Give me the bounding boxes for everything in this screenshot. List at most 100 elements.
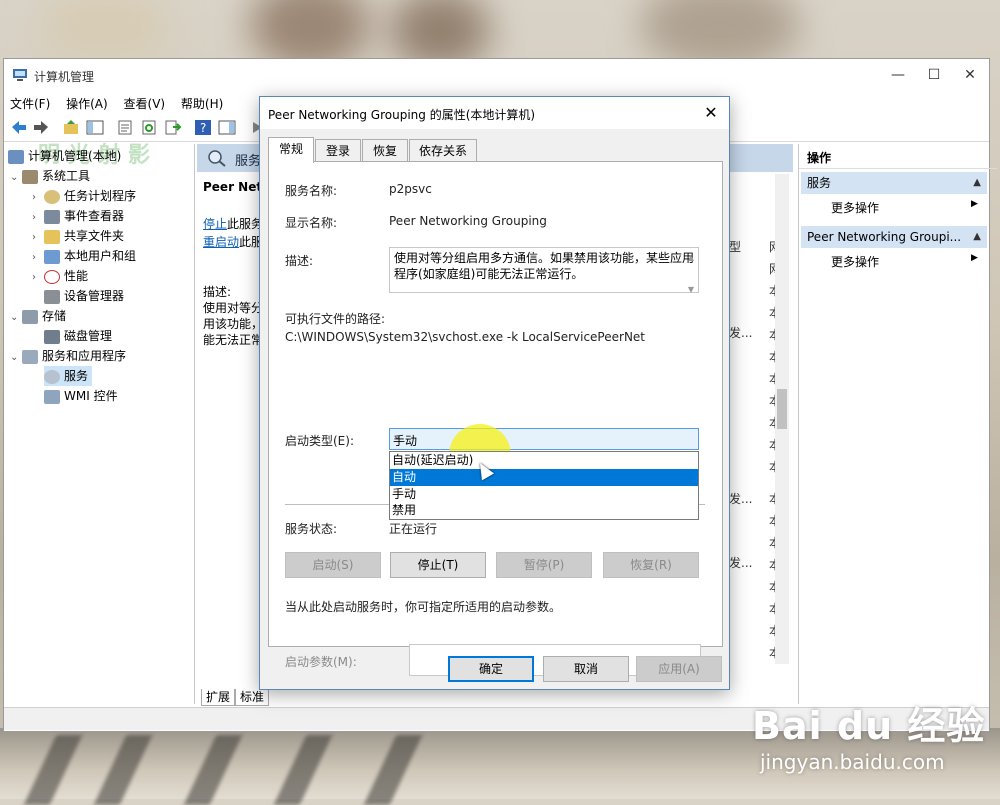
actions-pane: 操作 服务 ▲ 更多操作 ▶ Peer Networking Groupi... ▲ … <box>798 144 997 704</box>
description-line: 用该功能， <box>203 317 264 331</box>
chevron-right-icon[interactable]: › <box>32 228 44 248</box>
resume-button[interactable]: 恢复(R) <box>603 552 699 578</box>
tree-item-wmi[interactable]: WMI 控件 <box>44 386 118 406</box>
display-name-value: Peer Networking Grouping <box>389 214 547 228</box>
apply-button[interactable]: 应用(A) <box>636 656 722 682</box>
more-actions-item[interactable]: 更多操作 ▶ <box>831 199 978 216</box>
chevron-right-icon[interactable]: › <box>32 208 44 228</box>
general-tab-page: 服务名称: p2psvc 显示名称: Peer Networking Group… <box>268 161 723 676</box>
event-viewer-icon <box>44 209 60 224</box>
ok-button[interactable]: 确定 <box>448 656 534 682</box>
start-button[interactable]: 启动(S) <box>285 552 381 578</box>
tree-item-system-tools[interactable]: ⌄ 系统工具 <box>10 166 90 186</box>
close-button[interactable]: ✕ <box>955 65 985 85</box>
actions-section-services[interactable]: 服务 ▲ <box>801 172 987 194</box>
stop-button[interactable]: 停止(T) <box>390 552 486 578</box>
pause-button[interactable]: 暂停(P) <box>496 552 592 578</box>
tree-item-root[interactable]: 计算机管理(本地) <box>8 146 121 166</box>
list-cell-type: 发... <box>729 492 753 506</box>
minimize-button[interactable]: — <box>883 65 913 85</box>
tab-standard[interactable]: 标准 <box>235 689 270 706</box>
tab-general[interactable]: 常规 <box>268 137 314 163</box>
description-textbox[interactable]: 使用对等分组启用多方通信。如果禁用该功能，某些应用程序(如家庭组)可能无法正常运… <box>389 247 699 294</box>
actions-section-peer-networking[interactable]: Peer Networking Groupi... ▲ <box>801 226 987 248</box>
properties-icon[interactable] <box>116 119 134 136</box>
tab-logon[interactable]: 登录 <box>315 139 361 162</box>
tree-item-device-manager[interactable]: 设备管理器 <box>44 286 124 306</box>
help-icon[interactable]: ? <box>194 119 212 136</box>
startup-type-select[interactable]: 手动 ⌄ <box>389 428 699 450</box>
service-properties-dialog: Peer Networking Grouping 的属性(本地计算机) ✕ 常规… <box>259 96 730 690</box>
services-scrollbar[interactable] <box>775 174 789 664</box>
maximize-button[interactable]: ☐ <box>919 65 949 85</box>
service-name-value: p2psvc <box>389 182 432 196</box>
refresh-icon[interactable] <box>140 119 158 136</box>
startup-type-label: 启动类型(E): <box>285 434 354 448</box>
chevron-right-icon[interactable]: › <box>32 188 44 208</box>
show-hide-tree-icon[interactable] <box>86 119 104 136</box>
tree-item-shared-folders[interactable]: › 共享文件夹 <box>32 226 124 246</box>
scrollbar-thumb[interactable] <box>777 389 787 429</box>
title-bar[interactable]: 计算机管理 — ☐ ✕ <box>4 59 989 93</box>
description-line: 使用对等分 <box>203 301 264 315</box>
chevron-down-icon[interactable]: ⌄ <box>393 431 693 442</box>
tree-item-task-scheduler[interactable]: › 任务计划程序 <box>32 186 136 206</box>
menu-file[interactable]: 文件(F) <box>4 93 56 115</box>
menu-view[interactable]: 查看(V) <box>118 93 172 115</box>
startup-type-dropdown: 自动(延迟启动) 自动 手动 禁用 <box>389 451 699 520</box>
tree-item-services[interactable]: 服务 <box>44 366 93 386</box>
menu-help[interactable]: 帮助(H) <box>175 93 229 115</box>
tab-dependencies[interactable]: 依存关系 <box>409 139 477 162</box>
start-parameters-label: 启动参数(M): <box>285 655 357 669</box>
submenu-arrow-icon: ▶ <box>971 253 978 263</box>
forward-icon[interactable] <box>32 119 50 136</box>
restart-service-link[interactable]: 重启动 <box>203 235 239 249</box>
cancel-button[interactable]: 取消 <box>543 656 629 682</box>
chevron-down-icon[interactable]: ⌄ <box>10 348 22 368</box>
restart-service-line: 重启动此服 <box>203 234 263 250</box>
tree-label: 服务 <box>64 369 89 383</box>
dialog-close-button[interactable]: ✕ <box>699 101 723 125</box>
chevron-down-icon[interactable]: ⌄ <box>10 308 22 328</box>
tree-label: 事件查看器 <box>64 209 125 223</box>
option-manual[interactable]: 手动 <box>390 486 698 503</box>
view-tabs: 扩展 标准 <box>201 688 270 706</box>
export-list-icon[interactable] <box>164 119 182 136</box>
actions-header: 操作 <box>799 148 997 169</box>
tree-label: 性能 <box>64 269 89 283</box>
tree-item-storage[interactable]: ⌄ 存储 <box>10 306 66 326</box>
more-actions-label: 更多操作 <box>831 201 880 215</box>
back-icon[interactable] <box>10 119 28 136</box>
option-disabled[interactable]: 禁用 <box>390 502 698 519</box>
tab-extended[interactable]: 扩展 <box>201 689 236 706</box>
collapse-icon[interactable]: ▲ <box>973 226 981 248</box>
tree-item-disk-management[interactable]: 磁盘管理 <box>44 326 112 346</box>
device-manager-icon <box>44 289 60 304</box>
stop-service-line: 停止此服务 <box>203 216 263 232</box>
tree-label: 磁盘管理 <box>64 329 113 343</box>
tree-item-event-viewer[interactable]: › 事件查看器 <box>32 206 124 226</box>
more-actions-item[interactable]: 更多操作 ▶ <box>831 253 978 270</box>
chevron-right-icon[interactable]: › <box>32 268 44 288</box>
tree-item-local-users[interactable]: › 本地用户和组 <box>32 246 136 266</box>
chevron-down-icon[interactable]: ⌄ <box>10 168 22 188</box>
tree-item-performance[interactable]: › 性能 <box>32 266 88 286</box>
show-action-pane-icon[interactable] <box>218 119 236 136</box>
watermark-logo-text: Bai du 经验 <box>752 704 986 748</box>
option-auto[interactable]: 自动 <box>390 469 698 486</box>
column-header-type[interactable]: 型 <box>729 238 741 255</box>
executable-path-value: C:\WINDOWS\System32\svchost.exe -k Local… <box>285 330 646 344</box>
collapse-icon[interactable]: ▲ <box>973 172 981 194</box>
dialog-title-bar[interactable]: Peer Networking Grouping 的属性(本地计算机) ✕ <box>260 97 729 129</box>
tree-item-services-apps[interactable]: ⌄ 服务和应用程序 <box>10 346 126 366</box>
tree-label: 存储 <box>42 309 67 323</box>
description-scrollbar[interactable]: ▲ ▼ <box>686 250 696 294</box>
up-folder-icon[interactable] <box>62 119 80 136</box>
chevron-right-icon[interactable]: › <box>32 248 44 268</box>
tree-label: 任务计划程序 <box>64 189 137 203</box>
stop-service-link[interactable]: 停止 <box>203 217 227 231</box>
users-icon <box>44 249 60 264</box>
option-auto-delayed[interactable]: 自动(延迟启动) <box>390 452 698 469</box>
menu-action[interactable]: 操作(A) <box>60 93 114 115</box>
tab-recovery[interactable]: 恢复 <box>362 139 408 162</box>
